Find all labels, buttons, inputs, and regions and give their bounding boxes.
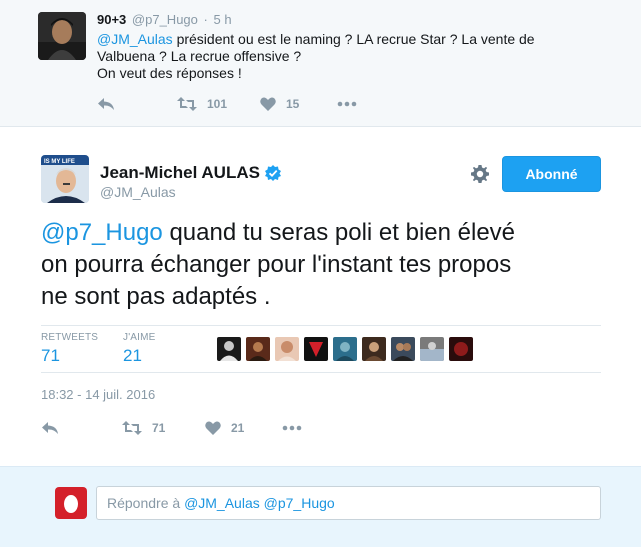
mention-link[interactable]: @JM_Aulas — [97, 31, 173, 47]
retweet-button[interactable]: 101 — [177, 94, 227, 114]
reply-tweet[interactable]: 90+3 @p7_Hugo · 5 h @JM_Aulas président … — [0, 0, 641, 127]
gear-icon[interactable] — [471, 165, 489, 183]
likes-value: 21 — [123, 346, 142, 365]
retweet-count: 101 — [207, 97, 228, 111]
retweet-button[interactable]: 71 — [122, 418, 165, 438]
tweet-text: @p7_Hugo quand tu seras poli et bien éle… — [41, 217, 601, 313]
heart-icon — [260, 97, 276, 111]
follow-button[interactable]: Abonné — [502, 156, 601, 192]
avatar-banner-text: IS MY LIFE — [44, 159, 75, 165]
retweet-count: 71 — [152, 421, 166, 435]
retweets-label: RETWEETS — [41, 332, 99, 343]
more-button[interactable] — [282, 418, 302, 438]
like-count: 21 — [231, 421, 245, 435]
tweet-text: @JM_Aulas président ou est le naming ? L… — [97, 31, 567, 82]
liker-avatar[interactable] — [275, 337, 299, 361]
liker-avatar[interactable] — [362, 337, 386, 361]
retweets-value: 71 — [41, 346, 60, 365]
reply-button[interactable] — [97, 94, 115, 114]
separator-dot: · — [203, 12, 208, 27]
verified-icon — [264, 165, 281, 181]
tweet-stats: RETWEETS 71 J'AIME 21 — [41, 325, 601, 373]
heart-icon — [205, 421, 221, 435]
avatar — [55, 487, 87, 519]
author-handle[interactable]: @JM_Aulas — [100, 184, 176, 200]
more-icon — [337, 101, 357, 107]
avatar[interactable]: IS MY LIFE — [41, 155, 89, 203]
liker-avatar[interactable] — [449, 337, 473, 361]
mention-link[interactable]: @p7_Hugo — [41, 219, 163, 246]
author-name[interactable]: Jean-Michel AULAS — [100, 163, 260, 183]
like-button[interactable]: 21 — [205, 418, 244, 438]
author-name[interactable]: 90+3 — [97, 12, 126, 27]
likes-label: J'AIME — [123, 332, 156, 343]
reply-placeholder-prefix: Répondre à — [107, 495, 185, 511]
reply-mentions: @JM_Aulas @p7_Hugo — [184, 495, 335, 511]
author-handle[interactable]: @p7_Hugo — [132, 12, 198, 27]
reply-button[interactable] — [41, 418, 59, 438]
tweet-text-line: président ou est le naming ? LA recrue S… — [172, 31, 535, 47]
liker-avatars — [217, 337, 478, 361]
liker-avatar[interactable] — [246, 337, 270, 361]
tweet-text-line: ne sont pas adaptés . — [41, 283, 271, 310]
reply-icon — [97, 97, 115, 111]
tweet-header: 90+3 @p7_Hugo · 5 h — [97, 12, 232, 28]
tweet-text-line: on pourra échanger pour l'instant tes pr… — [41, 251, 512, 278]
more-button[interactable] — [337, 94, 357, 114]
liker-avatar[interactable] — [304, 337, 328, 361]
tweet-text-line: Valbuena ? La recrue offensive ? — [97, 48, 302, 64]
like-count: 15 — [286, 97, 300, 111]
reply-input[interactable]: Répondre à @JM_Aulas @p7_Hugo — [96, 486, 601, 520]
liker-avatar[interactable] — [333, 337, 357, 361]
retweet-icon — [177, 97, 197, 111]
retweets-stat[interactable]: RETWEETS 71 — [41, 332, 98, 366]
more-icon — [282, 425, 302, 431]
liker-avatar[interactable] — [391, 337, 415, 361]
reply-icon — [41, 421, 59, 435]
liker-avatar[interactable] — [420, 337, 444, 361]
author-name-row: Jean-Michel AULAS — [100, 163, 281, 183]
tweet-text-line: On veut des réponses ! — [97, 65, 242, 81]
retweet-icon — [122, 421, 142, 435]
liker-avatar[interactable] — [217, 337, 241, 361]
like-button[interactable]: 15 — [260, 94, 299, 114]
likes-stat[interactable]: J'AIME 21 — [123, 332, 156, 366]
tweet-time[interactable]: 5 h — [213, 12, 231, 27]
tweet-timestamp[interactable]: 18:32 - 14 juil. 2016 — [41, 387, 155, 402]
tweet-text-line: quand tu seras poli et bien élevé — [162, 219, 516, 246]
avatar[interactable] — [38, 12, 86, 60]
reply-composer: Répondre à @JM_Aulas @p7_Hugo — [0, 466, 641, 547]
